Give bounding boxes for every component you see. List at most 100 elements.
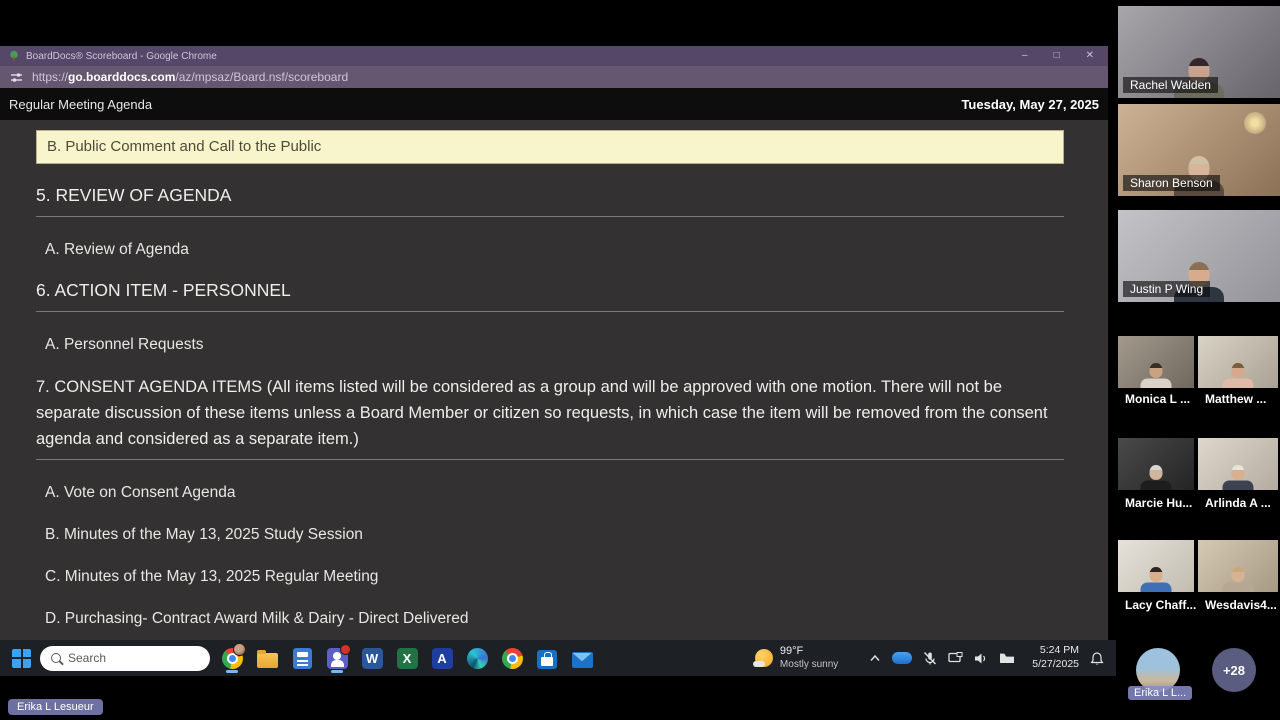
participant-video[interactable]: [1118, 540, 1194, 592]
person-silhouette: [1220, 465, 1256, 490]
search-icon: [51, 653, 61, 663]
app-a-icon: [431, 647, 453, 669]
agenda-item[interactable]: A. Personnel Requests: [36, 336, 1064, 354]
browser-urlbar[interactable]: https://go.boarddocs.com/az/mpsaz/Board.…: [0, 66, 1108, 88]
url-host: go.boarddocs.com: [68, 70, 176, 84]
person-silhouette: [1138, 567, 1174, 592]
participants-sidebar: Rachel Walden Sharon Benson Justin P Win…: [1116, 0, 1280, 720]
participant-video[interactable]: Rachel Walden: [1118, 6, 1280, 98]
participant-name: Wesdavis4...: [1205, 598, 1277, 612]
person-silhouette: [1220, 567, 1256, 592]
screen-share-region: BoardDocs® Scoreboard - Google Chrome ht…: [0, 0, 1116, 720]
taskbar-calculator-icon[interactable]: [289, 643, 315, 673]
mic-muted-icon[interactable]: [923, 651, 937, 666]
taskbar-chrome2-icon[interactable]: [499, 643, 525, 673]
ceiling-light: [1244, 112, 1266, 134]
participant-video[interactable]: Sharon Benson: [1118, 104, 1280, 196]
participant-name: Sharon Benson: [1123, 175, 1220, 191]
taskbar-chrome-icon[interactable]: [219, 643, 246, 673]
agenda-item-selected[interactable]: B. Public Comment and Call to the Public: [36, 130, 1064, 164]
windows-taskbar: Search 99°F Mostly: [0, 640, 1116, 676]
participant-name: Marcie Hu...: [1125, 496, 1193, 510]
browser-window: BoardDocs® Scoreboard - Google Chrome ht…: [0, 46, 1108, 640]
person-silhouette: [1220, 363, 1256, 388]
speaker-icon[interactable]: [974, 652, 988, 665]
agenda-header-bar: Regular Meeting Agenda Tuesday, May 27, …: [0, 88, 1108, 120]
self-name-label: Erika L Lesueur: [8, 699, 103, 715]
url-path: /az/mpsaz/Board.nsf/scoreboard: [175, 70, 349, 84]
participant-name: Monica L ...: [1125, 392, 1191, 406]
folder-icon: [256, 649, 278, 668]
window-controls: [1022, 46, 1100, 66]
profile-avatar: [233, 643, 246, 656]
calculator-icon: [292, 647, 312, 669]
chevron-up-icon[interactable]: [869, 654, 881, 662]
display-icon[interactable]: [948, 651, 963, 665]
mail-icon: [571, 652, 593, 668]
taskbar-file-explorer-icon[interactable]: [254, 643, 280, 673]
notification-badge: [340, 644, 351, 655]
url-protocol: https://: [32, 70, 69, 84]
clock-time: 5:24 PM: [1039, 644, 1079, 657]
agenda-item[interactable]: C. Minutes of the May 13, 2025 Regular M…: [36, 568, 1064, 586]
boarddocs-favicon-icon: [10, 50, 18, 61]
taskbar-excel-icon[interactable]: [394, 643, 420, 673]
taskbar-store-icon[interactable]: [534, 643, 560, 673]
agenda-section[interactable]: 5. REVIEW OF AGENDA: [36, 185, 1064, 217]
participant-video[interactable]: [1118, 336, 1194, 388]
excel-icon: [396, 647, 418, 669]
participant-video[interactable]: [1198, 336, 1278, 388]
word-icon: [361, 647, 383, 669]
url-text[interactable]: https://go.boarddocs.com/az/mpsaz/Board.…: [32, 70, 348, 84]
close-button-icon[interactable]: [1086, 46, 1094, 66]
chrome-icon: [501, 647, 523, 669]
participant-name: Lacy Chaff...: [1125, 598, 1197, 612]
participant-name: Justin P Wing: [1123, 281, 1211, 297]
agenda-item[interactable]: B. Minutes of the May 13, 2025 Study Ses…: [36, 526, 1064, 544]
participant-video[interactable]: [1198, 438, 1278, 490]
participant-name: Rachel Walden: [1123, 77, 1218, 93]
bluetooth-device-icon[interactable]: [892, 652, 913, 664]
taskbar-mail-icon[interactable]: [569, 643, 595, 673]
minimize-button-icon[interactable]: [1022, 46, 1028, 66]
agenda-section[interactable]: 7. CONSENT AGENDA ITEMS (All items liste…: [36, 374, 1064, 460]
person-silhouette: [1138, 363, 1174, 388]
weather-temp: 99°F: [779, 645, 804, 658]
site-settings-icon[interactable]: [10, 71, 23, 84]
onedrive-folder-icon[interactable]: [999, 652, 1015, 664]
search-placeholder: Search: [68, 651, 107, 665]
search-input[interactable]: Search: [40, 645, 210, 671]
taskbar-word-icon[interactable]: [359, 643, 385, 673]
participant-video[interactable]: [1198, 540, 1278, 592]
taskbar-teams-icon[interactable]: [324, 643, 351, 673]
person-silhouette: [1138, 465, 1174, 490]
taskbar-clock[interactable]: 5:24 PM 5/27/2025: [1032, 644, 1079, 671]
taskbar-edge-icon[interactable]: [464, 643, 490, 673]
meeting-date: Tuesday, May 27, 2025: [961, 96, 1099, 112]
overflow-participants-button[interactable]: +28: [1212, 648, 1256, 692]
participant-name: Erika L L...: [1128, 686, 1193, 700]
agenda-list: B. Public Comment and Call to the Public…: [0, 120, 1108, 640]
maximize-button-icon[interactable]: [1054, 46, 1060, 66]
store-icon: [537, 649, 557, 669]
participant-video[interactable]: [1118, 438, 1194, 490]
notification-bell-icon[interactable]: [1090, 651, 1104, 666]
window-title: BoardDocs® Scoreboard - Google Chrome: [26, 50, 217, 62]
start-button-icon[interactable]: [12, 648, 31, 668]
agenda-item[interactable]: D. Purchasing- Contract Award Milk & Dai…: [36, 610, 1064, 628]
browser-titlebar: BoardDocs® Scoreboard - Google Chrome: [0, 46, 1108, 66]
system-tray: 5:24 PM 5/27/2025: [869, 644, 1104, 671]
weather-condition: Mostly sunny: [779, 658, 839, 670]
page-title: Regular Meeting Agenda: [9, 96, 153, 112]
agenda-section[interactable]: 6. ACTION ITEM - PERSONNEL: [36, 280, 1064, 312]
meeting-window: BoardDocs® Scoreboard - Google Chrome ht…: [0, 0, 1280, 720]
agenda-item[interactable]: A. Vote on Consent Agenda: [36, 484, 1064, 502]
participant-name: Matthew ...: [1205, 392, 1267, 406]
agenda-item[interactable]: A. Review of Agenda: [36, 241, 1064, 259]
weather-sun-icon: [752, 649, 773, 667]
weather-widget[interactable]: 99°F Mostly sunny: [752, 645, 839, 670]
taskbar-app-a-icon[interactable]: [429, 643, 455, 673]
participant-video[interactable]: Justin P Wing: [1118, 210, 1280, 302]
participant-name: Arlinda A ...: [1205, 496, 1271, 510]
edge-icon: [466, 647, 488, 669]
